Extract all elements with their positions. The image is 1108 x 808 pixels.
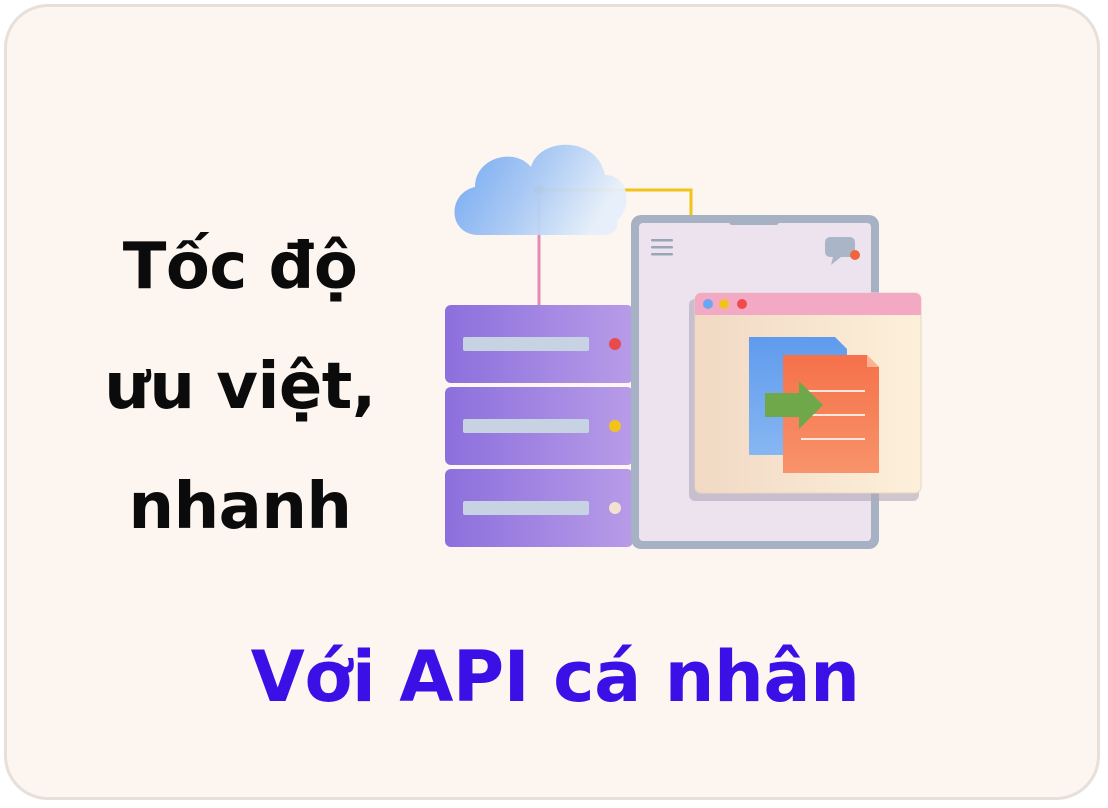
menu-icon	[651, 239, 673, 256]
document-transfer-icon	[749, 337, 879, 473]
cloud-icon	[454, 144, 627, 235]
subtitle: Với API cá nhân	[250, 636, 860, 718]
server-stack-icon	[445, 305, 633, 547]
promo-card: Tốc độ ưu việt, nhanh Với API cá nhân	[4, 4, 1100, 800]
